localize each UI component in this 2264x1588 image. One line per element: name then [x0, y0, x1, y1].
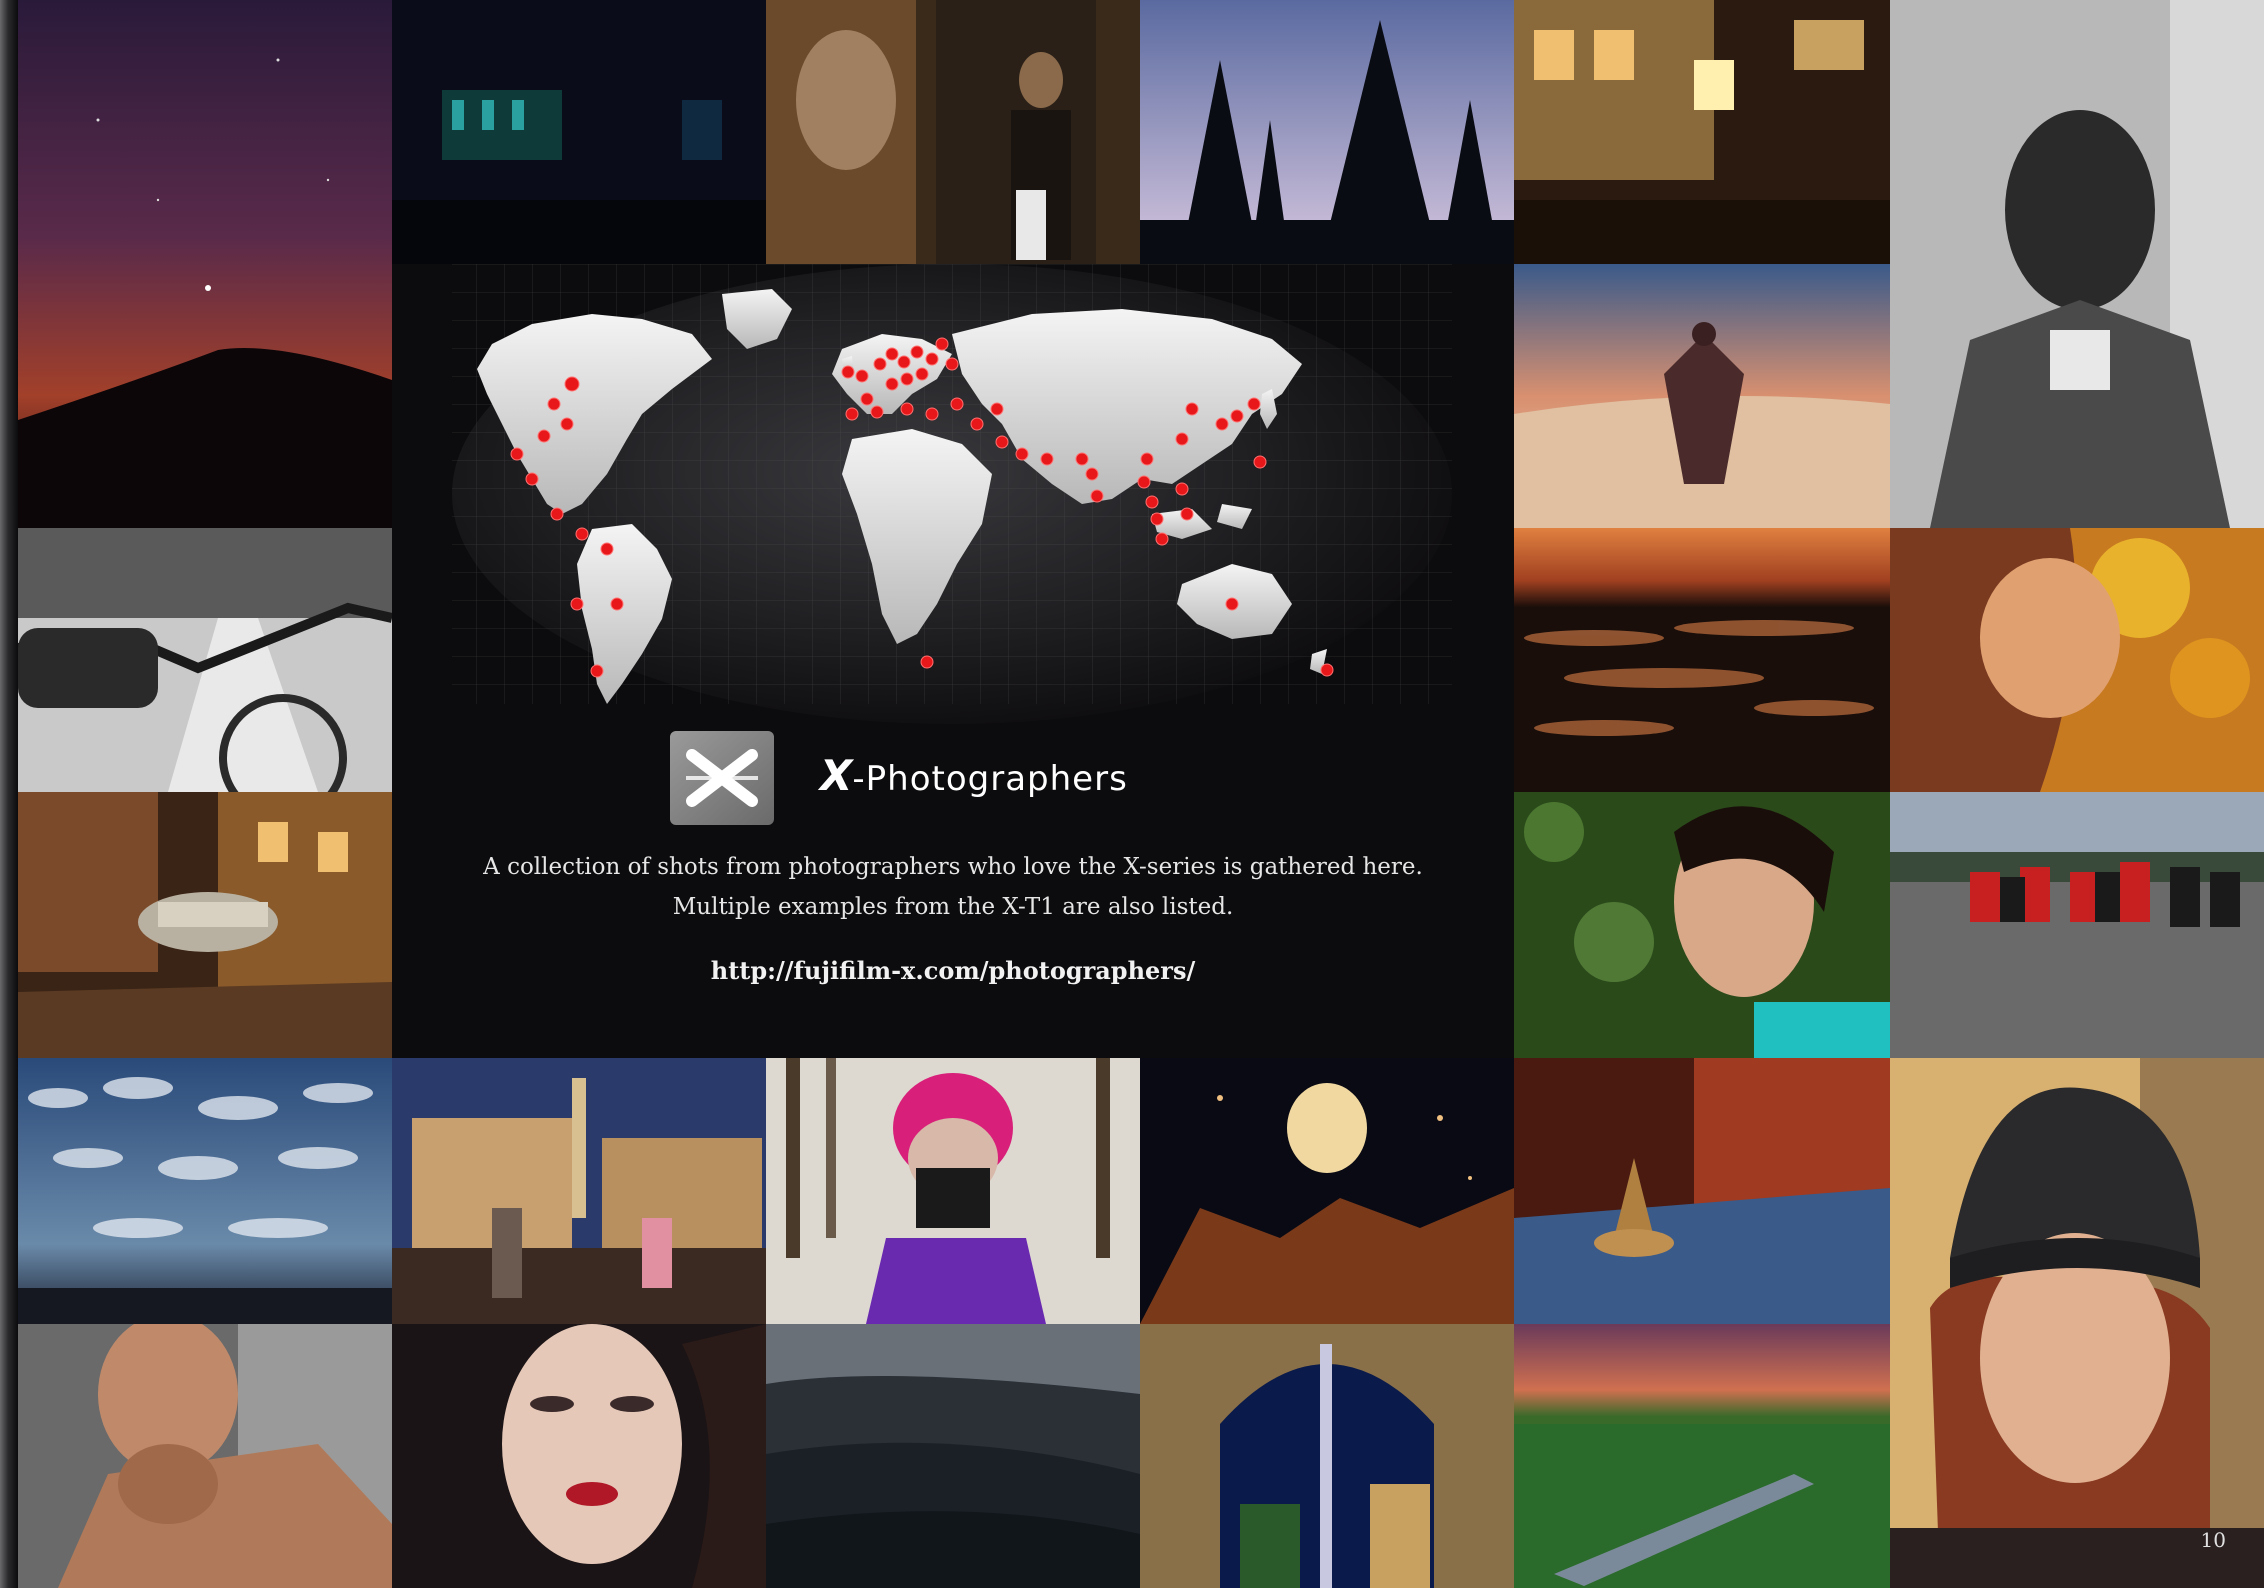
brochure-page: X-Photographers A collection of shots fr… [0, 0, 2264, 1588]
website-link[interactable]: http://fujifilm-x.com/photographers/ [392, 956, 1514, 985]
photo-cyclists-road [1890, 792, 2264, 1058]
photo-boxer-portrait [18, 1324, 392, 1588]
photo-woman-beauty [392, 1324, 766, 1588]
photo-cloudy-sky [18, 1058, 392, 1324]
photo-mosque-crowd [392, 1058, 766, 1324]
photo-woman-golden-light [1890, 528, 2264, 792]
photo-portrait-doorway [766, 0, 1140, 264]
photo-woman-earrings [1514, 792, 1890, 1058]
description-line-1: A collection of shots from photographers… [483, 854, 1423, 880]
photo-man-portrait-bw [1890, 0, 2264, 528]
photo-pine-silhouette [1140, 0, 1514, 264]
photo-night-station [392, 0, 766, 264]
page-number: 10 [2200, 1528, 2226, 1552]
photo-night-sky-mountain [18, 0, 392, 528]
brand-title-rest: -Photographers [852, 759, 1128, 799]
photo-boat-marsh [1514, 1324, 1890, 1588]
description-line-2: Multiple examples from the X-T1 are also… [672, 894, 1234, 920]
photo-sunset-wetland [1514, 528, 1890, 792]
world-map [392, 264, 1514, 724]
photo-woman-beanie [1890, 1058, 2264, 1588]
photo-arch-tower-night [1140, 1324, 1514, 1588]
photo-street-lamp [1514, 0, 1890, 264]
photo-desert-figure [1514, 264, 1890, 528]
photo-sky-lantern [1140, 1058, 1514, 1324]
photo-winter-face-mask [766, 1058, 1140, 1324]
photo-street-car-night [18, 792, 392, 1058]
photo-bike-snow [18, 528, 392, 792]
photo-bell-fabric [1514, 1058, 1890, 1324]
x-photographers-panel: X-Photographers A collection of shots fr… [392, 264, 1514, 1058]
brand-title: X-Photographers [820, 751, 1128, 800]
photo-hills-dusk [766, 1324, 1140, 1588]
x-logo-icon [670, 731, 774, 825]
brand-title-prefix: X [820, 751, 852, 800]
